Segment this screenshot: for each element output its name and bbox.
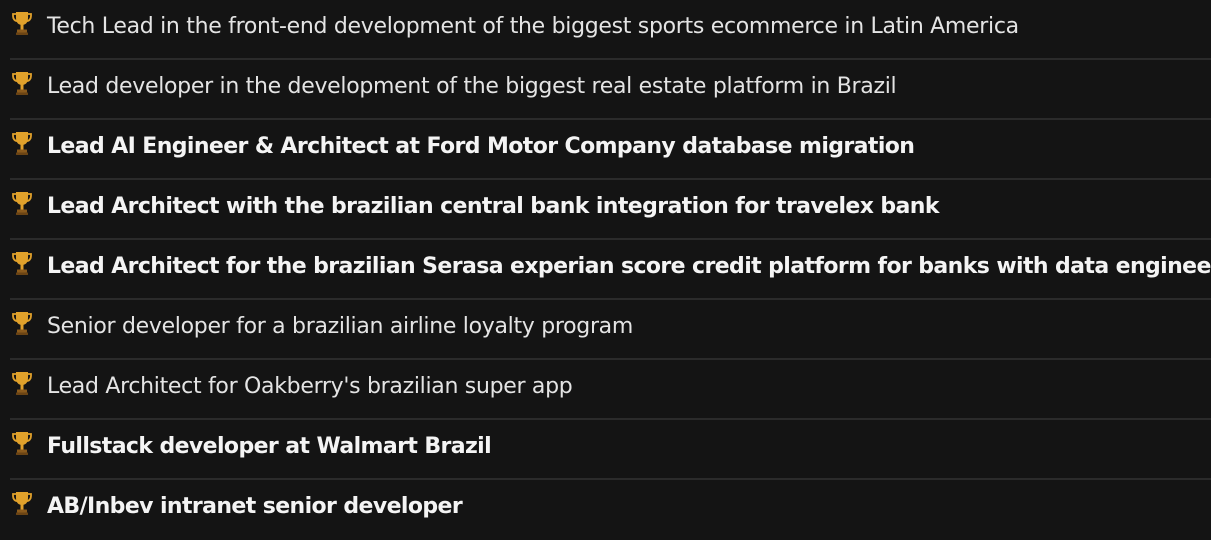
trophy-icon	[10, 370, 34, 398]
achievement-label: Senior developer for a brazilian airline…	[47, 314, 633, 339]
achievement-label: Lead Architect with the brazilian centra…	[47, 194, 940, 219]
achievement-item: Fullstack developer at Walmart Brazil	[10, 420, 1211, 480]
achievement-label: Lead Architect for Oakberry's brazilian …	[47, 374, 573, 399]
achievements-list: Tech Lead in the front-end development o…	[0, 0, 1211, 540]
achievement-item: Senior developer for a brazilian airline…	[10, 300, 1211, 360]
achievement-item: Lead AI Engineer & Architect at Ford Mot…	[10, 120, 1211, 180]
trophy-icon	[10, 190, 34, 218]
trophy-icon	[10, 490, 34, 518]
achievement-label: AB/Inbev intranet senior developer	[47, 494, 463, 519]
achievement-item: Tech Lead in the front-end development o…	[10, 0, 1211, 60]
trophy-icon	[10, 130, 34, 158]
achievement-label: Lead AI Engineer & Architect at Ford Mot…	[47, 134, 915, 159]
achievement-label: Lead developer in the development of the…	[47, 74, 897, 99]
trophy-icon	[10, 10, 34, 38]
achievement-item: Lead Architect for Oakberry's brazilian …	[10, 360, 1211, 420]
achievement-item: Lead Architect for the brazilian Serasa …	[10, 240, 1211, 300]
trophy-icon	[10, 310, 34, 338]
trophy-icon	[10, 70, 34, 98]
trophy-icon	[10, 250, 34, 278]
achievement-item: Lead developer in the development of the…	[10, 60, 1211, 120]
trophy-icon	[10, 430, 34, 458]
achievement-label: Tech Lead in the front-end development o…	[47, 14, 1019, 39]
achievement-label: Lead Architect for the brazilian Serasa …	[47, 254, 1211, 279]
achievement-item: AB/Inbev intranet senior developer	[10, 480, 1211, 540]
achievement-label: Fullstack developer at Walmart Brazil	[47, 434, 492, 459]
achievement-item: Lead Architect with the brazilian centra…	[10, 180, 1211, 240]
